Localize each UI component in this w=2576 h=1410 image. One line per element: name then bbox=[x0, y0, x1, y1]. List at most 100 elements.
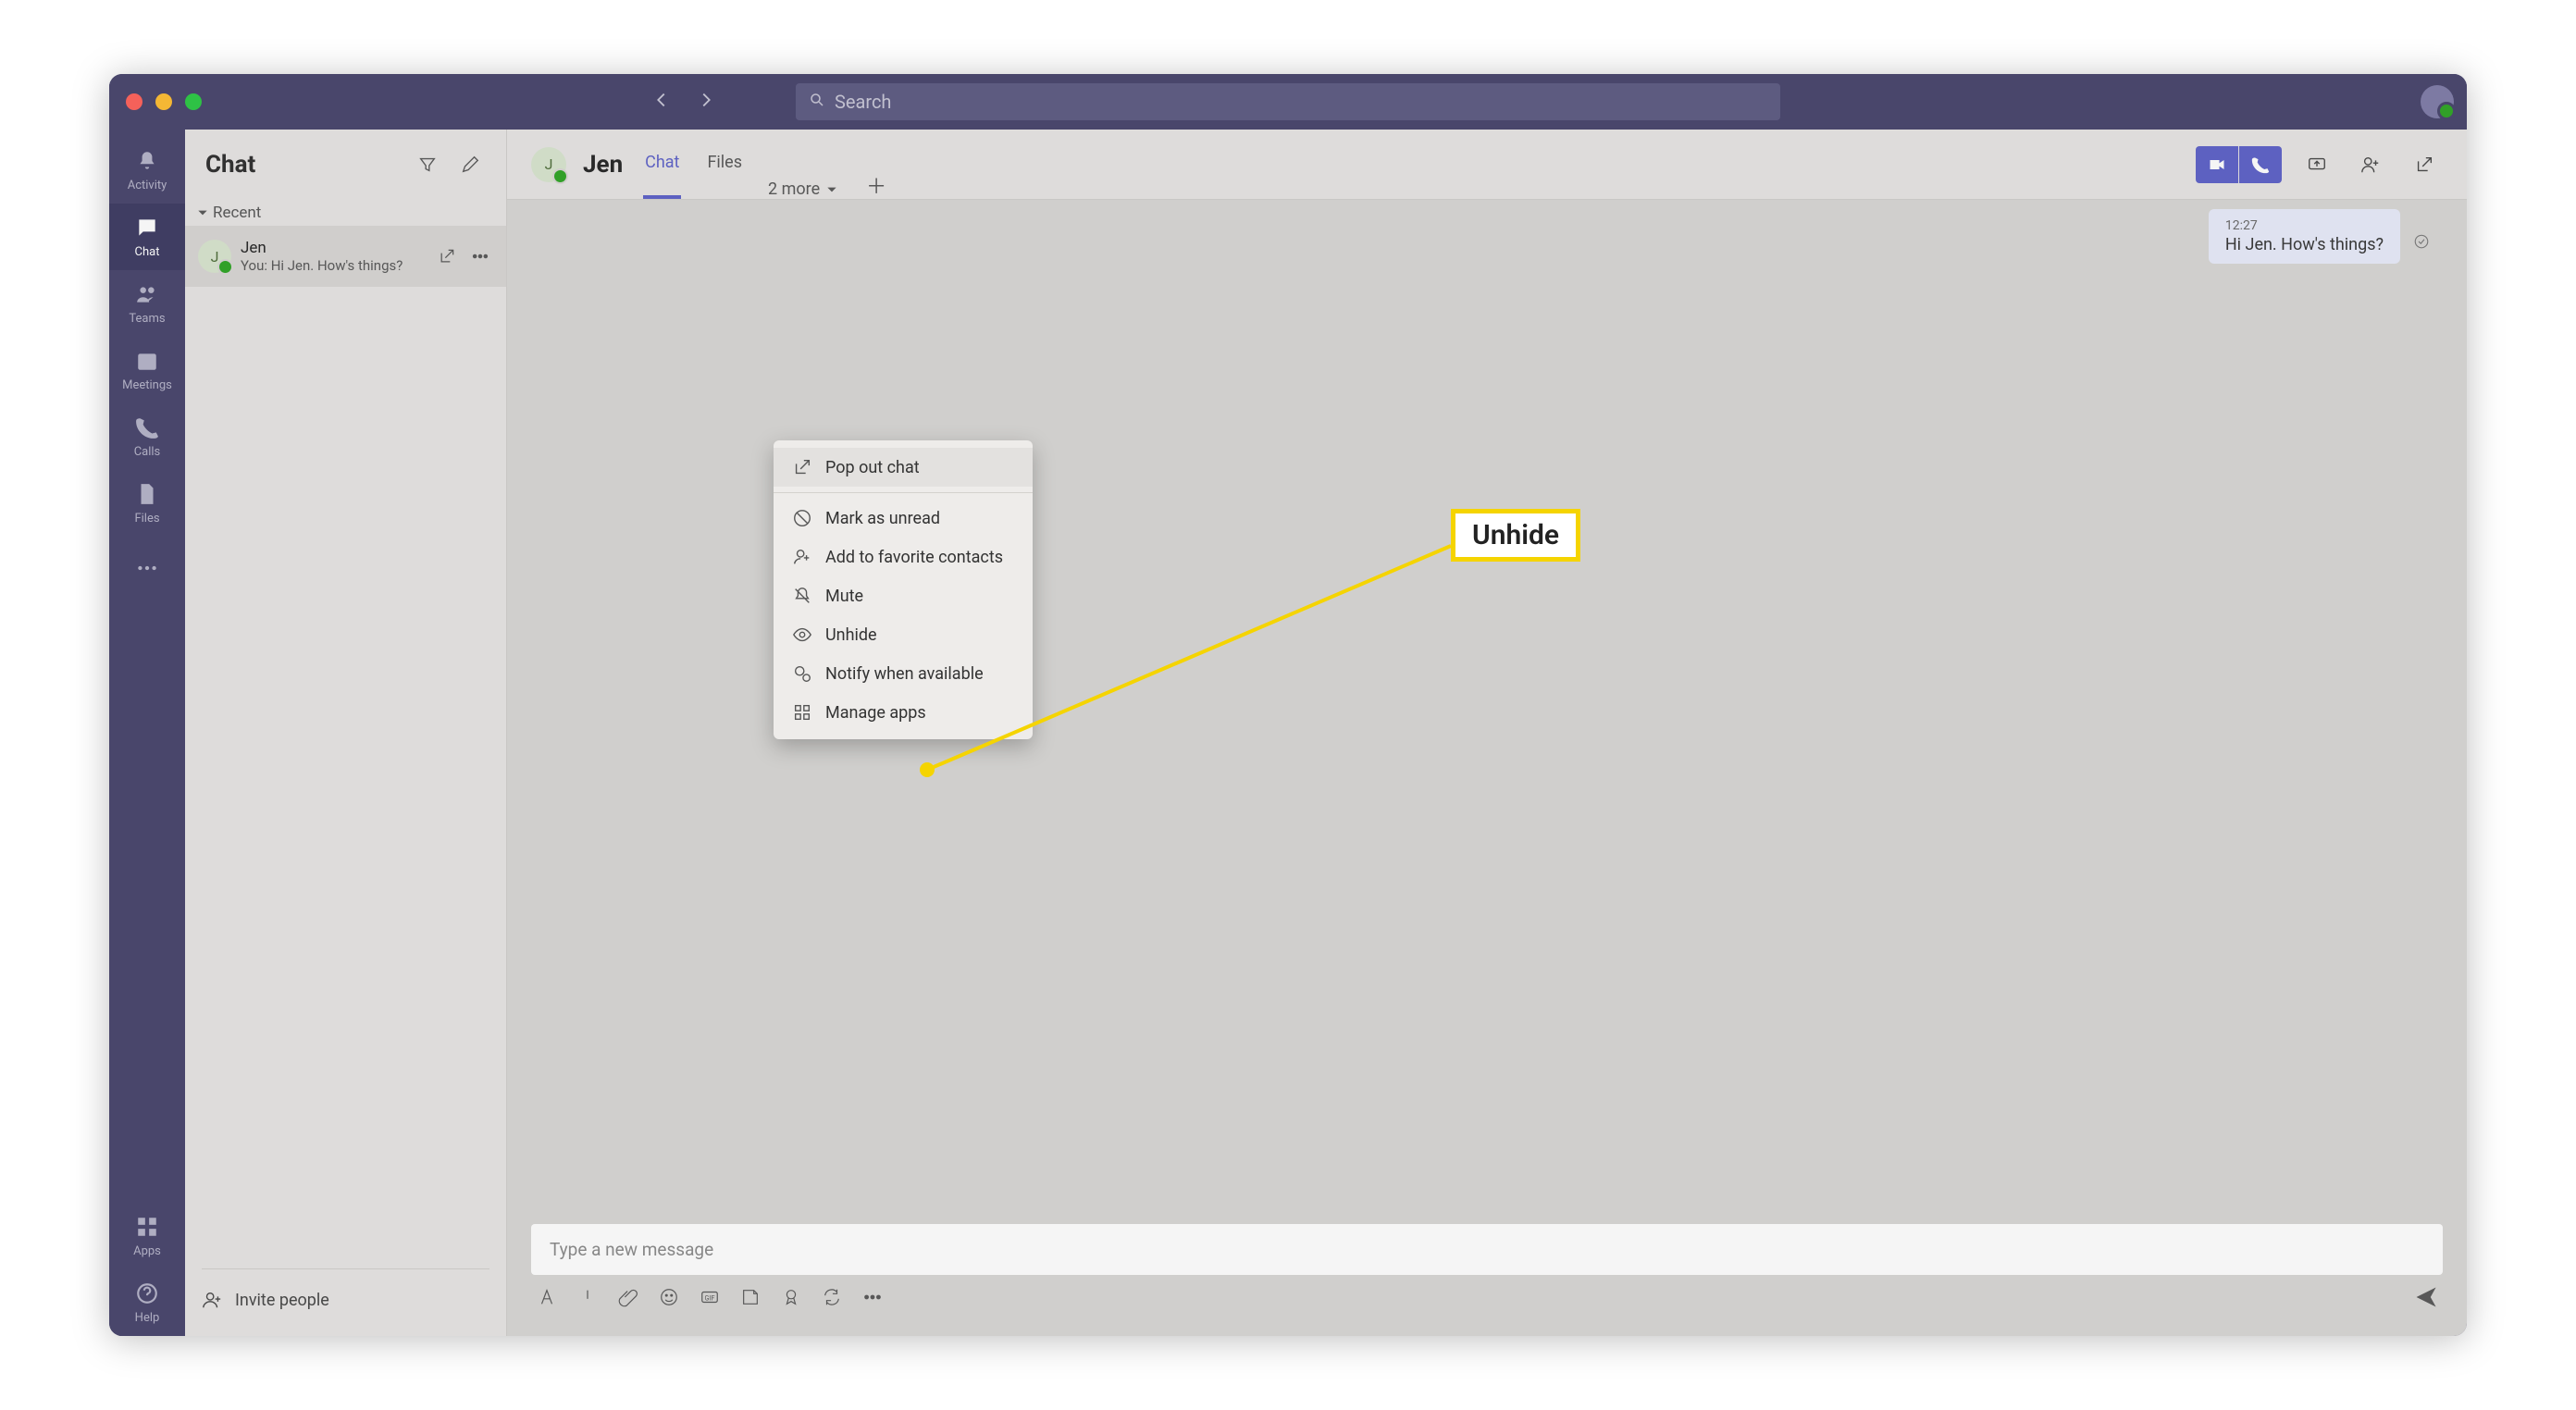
menu-notify-available[interactable]: Notify when available bbox=[774, 654, 1033, 693]
contact-avatar: J bbox=[198, 240, 231, 273]
rail-apps[interactable]: Apps bbox=[109, 1203, 185, 1269]
message-preview: You: Hi Jen. How's things? bbox=[241, 257, 425, 274]
rail-activity[interactable]: Activity bbox=[109, 137, 185, 204]
minimize-window-icon[interactable] bbox=[155, 93, 172, 110]
section-label: Recent bbox=[213, 204, 261, 222]
conversation-avatar[interactable]: J bbox=[531, 147, 566, 182]
rail-calls[interactable]: Calls bbox=[109, 403, 185, 470]
recent-section-toggle[interactable]: Recent bbox=[185, 200, 506, 226]
sticker-button[interactable] bbox=[740, 1287, 761, 1311]
current-user-avatar[interactable] bbox=[2421, 85, 2454, 118]
phone-icon bbox=[2251, 155, 2270, 174]
menu-manage-apps[interactable]: Manage apps bbox=[774, 693, 1033, 732]
sent-message-bubble[interactable]: 12:27 Hi Jen. How's things? bbox=[2209, 209, 2400, 264]
rail-teams[interactable]: Teams bbox=[109, 270, 185, 337]
menu-label: Pop out chat bbox=[825, 458, 920, 477]
close-window-icon[interactable] bbox=[126, 93, 142, 110]
chat-list-panel: Chat Recent J bbox=[185, 130, 507, 1336]
chat-icon bbox=[135, 216, 159, 243]
format-icon bbox=[537, 1287, 557, 1307]
rail-label: Apps bbox=[133, 1244, 161, 1258]
chat-item-more-button[interactable] bbox=[467, 243, 493, 269]
conversation-tabs: Chat Files 2 more ＋ bbox=[643, 130, 890, 199]
popout-conversation-button[interactable] bbox=[2406, 146, 2443, 183]
rail-files[interactable]: Files bbox=[109, 470, 185, 537]
rail-help[interactable]: Help bbox=[109, 1269, 185, 1336]
nav-forward-icon[interactable] bbox=[696, 90, 716, 114]
avatar-initial: J bbox=[545, 155, 553, 173]
menu-label: Mark as unread bbox=[825, 509, 940, 528]
menu-label: Manage apps bbox=[825, 703, 926, 723]
send-icon bbox=[2415, 1286, 2437, 1308]
emoji-button[interactable] bbox=[659, 1287, 679, 1311]
emoji-icon bbox=[659, 1287, 679, 1307]
avatar-initial: J bbox=[211, 248, 219, 266]
message-input-box[interactable] bbox=[531, 1224, 2443, 1275]
video-icon bbox=[2208, 155, 2226, 174]
filter-button[interactable] bbox=[412, 149, 443, 180]
conversation-title: Jen bbox=[583, 151, 623, 179]
exclamation-icon bbox=[577, 1287, 598, 1307]
phone-icon bbox=[135, 415, 159, 443]
invite-icon bbox=[202, 1290, 222, 1310]
tab-chat[interactable]: Chat bbox=[643, 130, 681, 199]
read-receipt-icon bbox=[2413, 233, 2430, 250]
tab-files[interactable]: Files bbox=[705, 130, 744, 199]
menu-pop-out-chat[interactable]: Pop out chat bbox=[774, 448, 1033, 487]
rail-chat[interactable]: Chat bbox=[109, 204, 185, 270]
attach-button[interactable] bbox=[618, 1287, 638, 1311]
window-controls bbox=[126, 93, 202, 110]
chevron-down-icon bbox=[196, 206, 209, 219]
teams-icon bbox=[135, 282, 159, 310]
loop-button[interactable] bbox=[822, 1287, 842, 1311]
menu-label: Mute bbox=[825, 587, 863, 606]
loop-icon bbox=[822, 1287, 842, 1307]
annotation-callout: Unhide bbox=[1451, 509, 1580, 562]
add-people-button[interactable] bbox=[2352, 146, 2389, 183]
pop-out-icon bbox=[2414, 155, 2434, 175]
rail-label: Meetings bbox=[122, 378, 172, 392]
app-window: Activity Chat Teams Meetings Calls bbox=[109, 74, 2467, 1336]
search-input[interactable] bbox=[835, 91, 1767, 113]
paperclip-icon bbox=[618, 1287, 638, 1307]
message-input[interactable] bbox=[550, 1239, 2424, 1260]
share-screen-button[interactable] bbox=[2298, 146, 2335, 183]
file-icon bbox=[135, 482, 159, 510]
priority-button[interactable] bbox=[577, 1287, 598, 1311]
new-chat-button[interactable] bbox=[454, 149, 486, 180]
message-timestamp: 12:27 bbox=[2225, 218, 2384, 233]
contact-name: Jen bbox=[241, 239, 425, 257]
menu-unhide[interactable]: Unhide bbox=[774, 615, 1033, 654]
invite-people-button[interactable]: Invite people bbox=[202, 1286, 489, 1314]
tab-more[interactable]: 2 more bbox=[768, 179, 838, 199]
filter-icon bbox=[417, 155, 438, 175]
add-tab-button[interactable]: ＋ bbox=[862, 171, 890, 199]
gif-button[interactable]: GIF bbox=[700, 1287, 720, 1311]
audio-call-button[interactable] bbox=[2239, 146, 2282, 183]
send-button[interactable] bbox=[2415, 1286, 2437, 1312]
menu-mark-unread[interactable]: Mark as unread bbox=[774, 499, 1033, 538]
menu-mute[interactable]: Mute bbox=[774, 576, 1033, 615]
chat-list-item[interactable]: J Jen You: Hi Jen. How's things? bbox=[185, 226, 506, 287]
format-button[interactable] bbox=[537, 1287, 557, 1311]
ellipsis-icon bbox=[862, 1287, 883, 1307]
more-compose-button[interactable] bbox=[862, 1287, 883, 1311]
rail-label: Help bbox=[135, 1311, 160, 1325]
video-call-button[interactable] bbox=[2196, 146, 2238, 183]
ellipsis-icon bbox=[471, 247, 489, 266]
mute-icon bbox=[792, 586, 812, 606]
pop-out-icon bbox=[792, 457, 812, 477]
add-contact-icon bbox=[792, 547, 812, 567]
search-box[interactable] bbox=[796, 83, 1780, 120]
rail-label: Calls bbox=[134, 445, 161, 459]
rail-more[interactable] bbox=[109, 537, 185, 603]
menu-add-favorite[interactable]: Add to favorite contacts bbox=[774, 538, 1033, 576]
message-text: Hi Jen. How's things? bbox=[2225, 235, 2384, 254]
maximize-window-icon[interactable] bbox=[185, 93, 202, 110]
praise-button[interactable] bbox=[781, 1287, 801, 1311]
rail-label: Activity bbox=[128, 179, 167, 192]
nav-back-icon[interactable] bbox=[651, 90, 672, 114]
apps-icon bbox=[135, 1215, 159, 1243]
rail-meetings[interactable]: Meetings bbox=[109, 337, 185, 403]
pop-out-button[interactable] bbox=[434, 243, 460, 269]
